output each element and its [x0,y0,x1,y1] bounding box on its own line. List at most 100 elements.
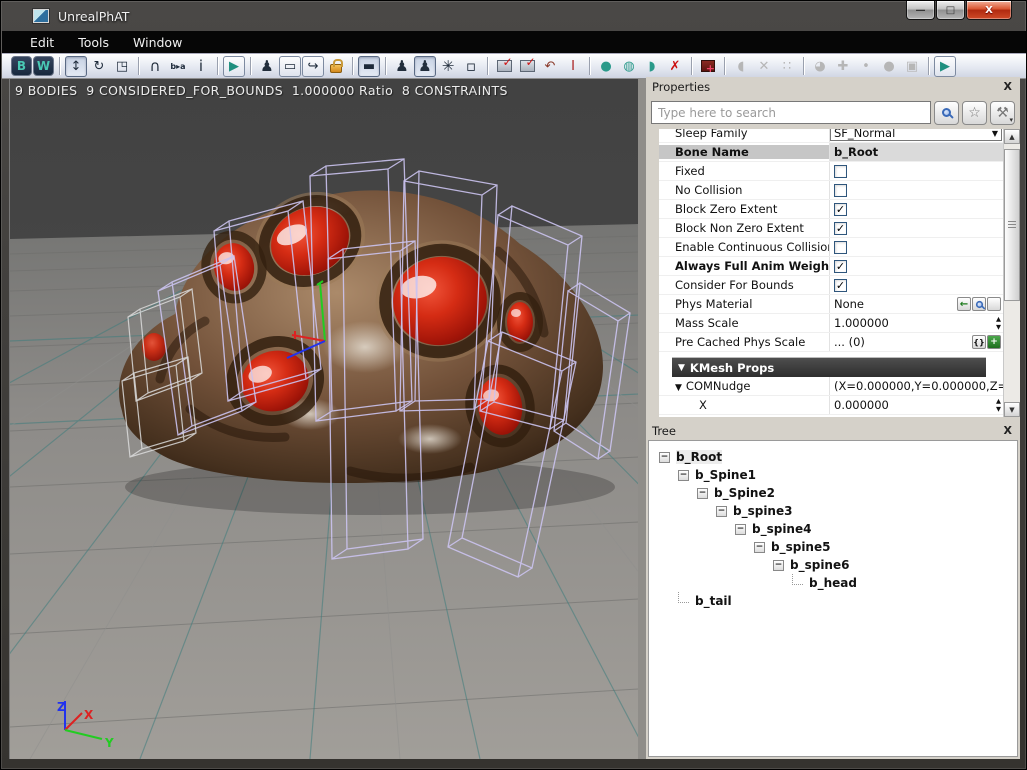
search-input[interactable] [651,101,931,124]
simulate-button[interactable]: ▶ [223,56,245,77]
draw-mesh-button[interactable]: ♟ [414,56,436,77]
menu-item-tools[interactable]: Tools [66,33,121,52]
duplicate-primitive-button[interactable] [697,56,719,77]
property-row-mass-scale[interactable]: Mass Scale1.000000▲▼ [659,314,1003,333]
checkbox-checked[interactable]: ✓ [834,279,847,292]
property-row-sleep-family[interactable]: Sleep FamilySF_Normal▼ [659,129,1003,143]
tree-item-b_spine4[interactable]: −b_spine4 [649,520,1017,538]
property-value[interactable]: ... (0){}+ [829,333,1003,351]
convert-to-hinge-button[interactable]: ✚ [832,56,854,77]
tree-item-b_head[interactable]: b_head [649,574,1017,592]
property-value[interactable]: ✓ [829,219,1003,237]
fix-all-bodies-button[interactable]: ▣ [901,56,923,77]
tree-expander-icon[interactable]: − [773,560,784,571]
show-collision-wireframe-button[interactable]: ▭ [279,56,301,77]
find-in-browser-icon[interactable] [972,297,986,311]
tree-item-b_root[interactable]: −b_Root [649,448,1017,466]
tree-item-b_spine3[interactable]: −b_spine3 [649,502,1017,520]
search-options-button[interactable]: ⚒▾ [990,101,1015,125]
add-element-icon[interactable]: + [987,335,1001,349]
property-value[interactable]: SF_Normal▼ [829,129,1003,142]
property-row-x[interactable]: X0.000000▲▼ [659,396,1003,415]
property-value[interactable]: ✓ [829,276,1003,294]
property-row-pre-cached-phys-scale[interactable]: Pre Cached Phys Scale... (0){}+ [659,333,1003,352]
viewport[interactable]: Z X Y 9 BODIES 9 CONSIDERED_FOR_BOUNDS 1… [9,79,638,759]
property-row-no-collision[interactable]: No Collision [659,181,1003,200]
properties-scrollbar[interactable]: ▲ ▼ [1003,129,1020,417]
show-floor-button[interactable]: ▬ [358,56,380,77]
paste-physics-button[interactable] [516,56,538,77]
checkbox-unchecked[interactable] [834,184,847,197]
show-constraint-button[interactable]: ↪ [302,56,324,77]
scale-button[interactable]: ◳ [111,56,133,77]
property-value[interactable]: ✓ [829,257,1003,275]
checkbox-checked[interactable]: ✓ [834,203,847,216]
property-value[interactable] [829,162,1003,180]
tree-expander-icon[interactable]: − [754,542,765,553]
rotate-button[interactable]: ↻ [88,56,110,77]
close-button[interactable]: X [966,1,1012,20]
tree-item-b_tail[interactable]: b_tail [649,592,1017,610]
tree-item-b_spine1[interactable]: −b_Spine1 [649,466,1017,484]
viewport-3d-scene[interactable]: Z X Y [10,79,638,759]
translate-button[interactable]: ↕ [65,56,87,77]
add-sphyl-button[interactable]: ◍ [618,56,640,77]
body-mode-button[interactable]: B [11,56,32,76]
property-row-always-full-anim-weight[interactable]: Always Full Anim Weight✓ [659,257,1003,276]
scroll-down-button[interactable]: ▼ [1004,402,1020,417]
copy-properties-button[interactable]: b▸a [167,56,189,77]
property-value[interactable]: None← [829,295,1003,313]
instance-properties-button[interactable]: i [190,56,212,77]
property-row-phys-material[interactable]: Phys MaterialNone← [659,295,1003,314]
delete-primitive-button[interactable]: ✗ [664,56,686,77]
use-selected-icon[interactable]: ← [957,297,971,311]
expand-triangle-icon[interactable]: ▼ [675,383,682,393]
property-row-consider-for-bounds[interactable]: Consider For Bounds✓ [659,276,1003,295]
scroll-up-button[interactable]: ▲ [1004,129,1020,144]
add-sphere-button[interactable]: ● [595,56,617,77]
convert-to-skeletal-button[interactable]: ● [878,56,900,77]
tree-expander-icon[interactable]: − [697,488,708,499]
title-bar[interactable]: UnrealPhAT —□X [1,1,1026,31]
property-row-enable-continuous-collision-det[interactable]: Enable Continuous Collision Det [659,238,1003,257]
property-row-block-zero-extent[interactable]: Block Zero Extent✓ [659,200,1003,219]
menu-item-edit[interactable]: Edit [18,33,66,52]
convert-to-prismatic-button[interactable]: • [855,56,877,77]
tree-expander-icon[interactable]: − [716,506,727,517]
checkbox-unchecked[interactable] [834,241,847,254]
maximize-button[interactable]: □ [936,1,965,20]
show-skeleton-button[interactable]: ♟ [256,56,278,77]
copy-to-mirror-button[interactable] [493,56,515,77]
tree-item-b_spine5[interactable]: −b_spine5 [649,538,1017,556]
search-favorites-button[interactable]: ☆ [962,101,987,125]
snap-button[interactable]: ∩ [144,56,166,77]
value-spinner[interactable]: ▲▼ [996,316,1001,330]
play-button[interactable]: ▶ [934,56,956,77]
delete-constraint-button[interactable]: ✕ [753,56,775,77]
constraint-mode-button[interactable]: W [33,56,54,76]
show-influences-button[interactable]: ▫ [460,56,482,77]
tree-expander-icon[interactable]: − [678,470,689,481]
property-row-fixed[interactable]: Fixed [659,162,1003,181]
property-value[interactable]: 0.000000▲▼ [829,396,1003,414]
tree-item-b_spine6[interactable]: −b_spine6 [649,556,1017,574]
instance-flag-button[interactable]: I [562,56,584,77]
kmesh-props-section-header[interactable]: ▼ KMesh Props [672,357,986,377]
property-value[interactable]: (X=0.000000,Y=0.000000,Z=0.00 [829,377,1003,395]
property-value[interactable] [829,238,1003,256]
reset-constraint-button[interactable]: ∷ [776,56,798,77]
minimize-button[interactable]: — [906,1,935,20]
combo-arrow-icon[interactable]: ▼ [992,129,998,138]
property-value[interactable]: ✓ [829,200,1003,218]
convert-to-ball-button[interactable]: ◕ [809,56,831,77]
constraint-snap-button[interactable]: ◖ [730,56,752,77]
show-com-button[interactable]: ✳ [437,56,459,77]
tree-expander-icon[interactable]: − [659,452,670,463]
clear-icon[interactable] [987,297,1001,311]
tree-item-b_spine2[interactable]: −b_Spine2 [649,484,1017,502]
property-value[interactable]: b_Root [829,143,1003,161]
undo-setup-button[interactable]: ↶ [539,56,561,77]
tree-close-button[interactable]: X [1002,424,1014,437]
property-row-comnudge[interactable]: ▼COMNudge(X=0.000000,Y=0.000000,Z=0.00 [659,377,1003,396]
scrollbar-thumb[interactable] [1004,149,1020,301]
